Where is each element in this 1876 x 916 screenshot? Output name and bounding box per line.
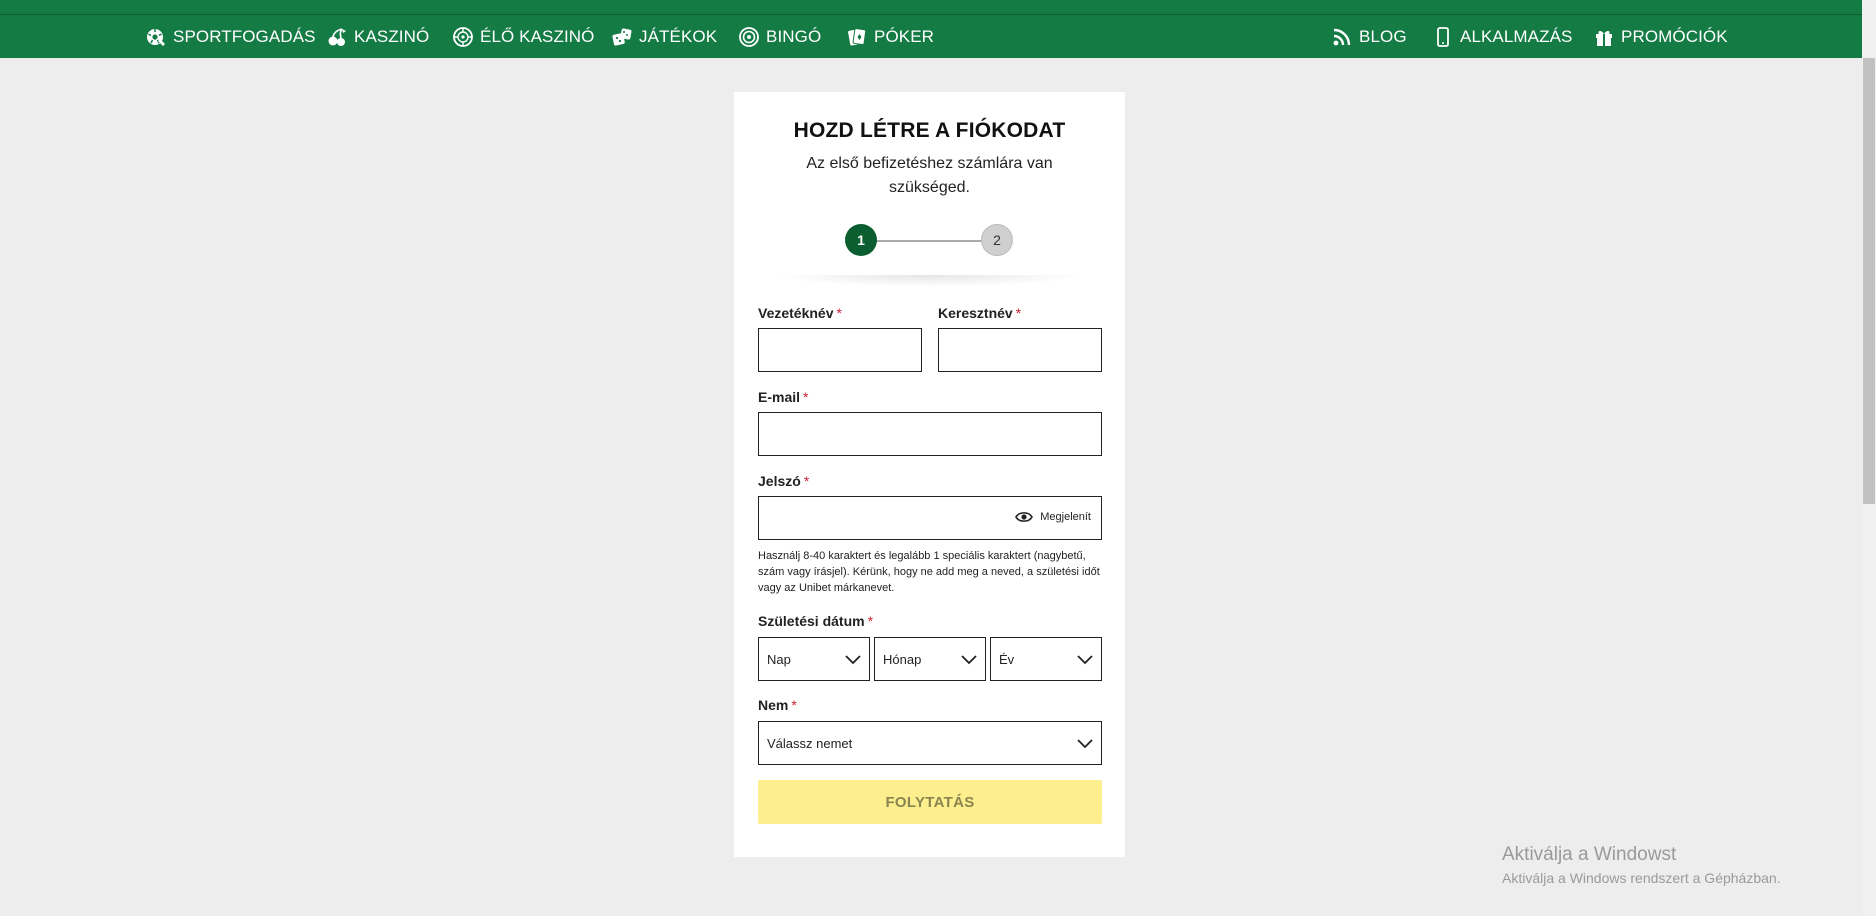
chevron-down-icon (961, 655, 977, 665)
step-indicator: 1 2 (734, 224, 1125, 256)
nav-item-poker[interactable]: PÓKER (846, 15, 934, 58)
top-strip (0, 0, 1862, 15)
email-input[interactable] (758, 412, 1102, 456)
first-name-input[interactable] (938, 328, 1102, 372)
password-hint: Használj 8-40 karaktert és legalább 1 sp… (758, 550, 1100, 594)
nav-label: ALKALMAZÁS (1460, 26, 1573, 46)
main-nav: SPORTFOGADÁS KASZINÓ ÉLŐ KASZINÓ JÁTÉKOK… (0, 15, 1862, 58)
gender-select[interactable]: Válassz nemet (758, 721, 1102, 765)
divider-shadow (774, 275, 1085, 287)
nav-item-sportfogadas[interactable]: SPORTFOGADÁS (145, 15, 316, 58)
soccer-ball-icon (145, 26, 167, 48)
step-2: 2 (981, 224, 1013, 256)
windows-activation-watermark: Aktiválja a Windowst Aktiválja a Windows… (1502, 843, 1781, 889)
nav-item-promociok[interactable]: PROMÓCIÓK (1593, 15, 1728, 58)
password-label: Jelszó * (758, 473, 810, 489)
month-select[interactable]: Hónap (874, 637, 986, 681)
cherries-icon (326, 26, 348, 48)
required-marker: * (1015, 305, 1022, 321)
last-name-input[interactable] (758, 328, 922, 372)
nav-item-elo-kaszino[interactable]: ÉLŐ KASZINÓ (452, 15, 594, 58)
first-name-label: Keresztnév * (938, 305, 1022, 321)
nav-item-jatekok[interactable]: JÁTÉKOK (611, 15, 717, 58)
required-marker: * (791, 697, 797, 713)
email-label: E-mail * (758, 389, 809, 405)
registration-card: HOZD LÉTRE A FIÓKODAT Az első befizetésh… (734, 92, 1125, 857)
bingo-ball-icon (738, 26, 760, 48)
nav-label: SPORTFOGADÁS (173, 26, 316, 46)
nav-label: KASZINÓ (354, 26, 430, 46)
nav-label: BINGÓ (766, 26, 822, 46)
nav-label: JÁTÉKOK (639, 26, 718, 46)
year-select-value: Év (999, 651, 1015, 667)
required-marker: * (867, 613, 874, 629)
playing-cards-icon (846, 26, 868, 48)
dice-icon (611, 26, 633, 48)
show-password-label: Megjelenít (1040, 511, 1091, 523)
password-input[interactable]: Megjelenít (758, 496, 1102, 540)
nav-item-blog[interactable]: BLOG (1331, 15, 1407, 58)
chevron-down-icon (1077, 655, 1093, 665)
watermark-line-1: Aktiválja a Windowst (1502, 844, 1677, 865)
required-marker: * (803, 473, 810, 489)
eye-icon (1015, 512, 1034, 522)
continue-button[interactable]: FOLYTATÁS (758, 780, 1102, 824)
nav-item-kaszino[interactable]: KASZINÓ (326, 15, 429, 58)
rss-icon (1331, 26, 1353, 48)
page-scrollbar[interactable] (1862, 0, 1876, 916)
roulette-icon (452, 26, 474, 48)
nav-item-bingo[interactable]: BINGÓ (738, 15, 821, 58)
year-select[interactable]: Év (990, 637, 1102, 681)
birthdate-label: Születési dátum * (758, 613, 874, 629)
chevron-down-icon (1077, 739, 1093, 749)
smartphone-icon (1432, 26, 1454, 48)
nav-label: ÉLŐ KASZINÓ (480, 26, 595, 46)
watermark-line-2: Aktiválja a Windows rendszert a Gépházba… (1502, 870, 1781, 886)
show-password-toggle[interactable]: Megjelenít (1015, 510, 1091, 524)
last-name-label: Vezetéknév * (758, 305, 842, 321)
nav-label: PÓKER (874, 26, 935, 46)
nav-label: PROMÓCIÓK (1621, 26, 1728, 46)
nav-label: BLOG (1359, 26, 1407, 46)
page-subtitle: Az első befizetéshez számlára van szüksé… (806, 155, 1053, 196)
page-title: HOZD LÉTRE A FIÓKODAT (793, 119, 1066, 142)
scrollbar-thumb[interactable] (1863, 58, 1875, 504)
day-select[interactable]: Nap (758, 637, 870, 681)
gift-icon (1593, 26, 1615, 48)
step-1: 1 (845, 224, 877, 256)
gender-label: Nem * (758, 697, 797, 713)
required-marker: * (803, 389, 809, 405)
month-select-value: Hónap (883, 651, 922, 667)
required-marker: * (836, 305, 842, 321)
day-select-value: Nap (767, 651, 791, 667)
gender-select-value: Válassz nemet (767, 735, 853, 751)
chevron-down-icon (845, 655, 861, 665)
nav-item-alkalmazas[interactable]: ALKALMAZÁS (1432, 15, 1573, 58)
